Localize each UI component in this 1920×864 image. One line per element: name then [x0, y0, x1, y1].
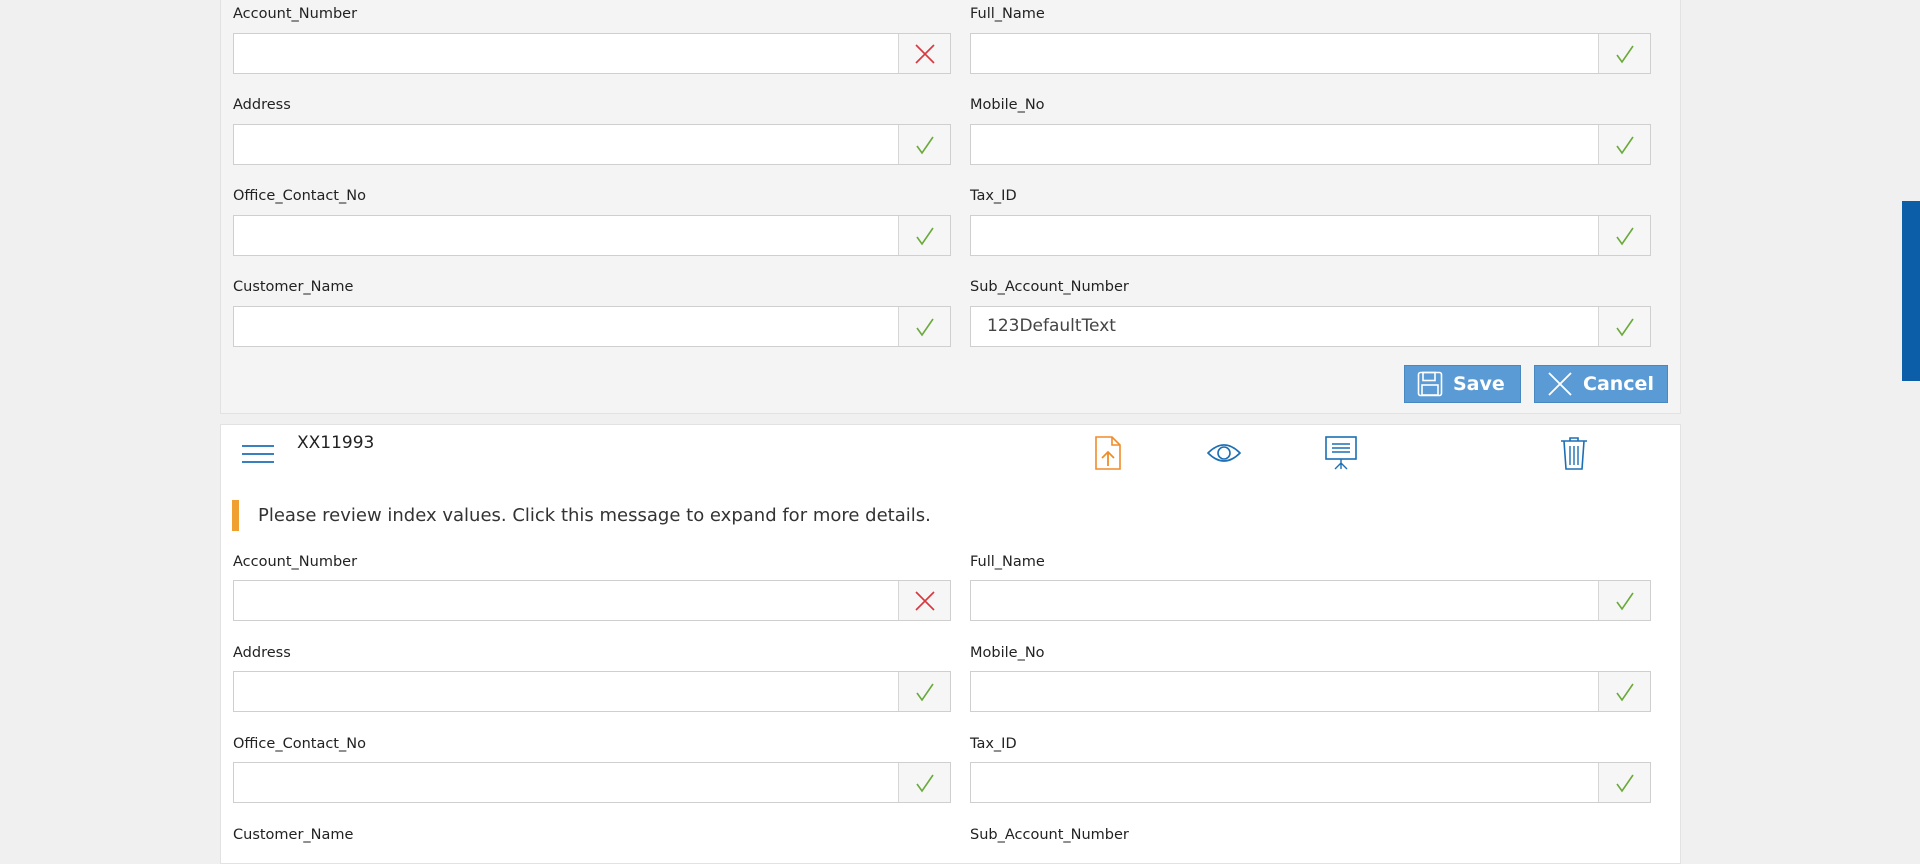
- sub-account-number-field[interactable]: 123DefaultText: [970, 306, 1651, 347]
- invalid-x-icon: [898, 581, 950, 620]
- valid-check-icon: [1598, 581, 1650, 620]
- valid-check-icon: [1598, 307, 1650, 346]
- account-number-value[interactable]: [234, 34, 898, 73]
- valid-check-icon: [898, 216, 950, 255]
- mobile-no-label: Mobile_No: [970, 645, 1045, 661]
- valid-check-icon: [898, 125, 950, 164]
- address-field[interactable]: [233, 124, 951, 165]
- presentation-icon[interactable]: [1325, 436, 1357, 470]
- invalid-x-icon: [898, 34, 950, 73]
- account-number-field[interactable]: [233, 33, 951, 74]
- account-number-value[interactable]: [234, 581, 898, 620]
- trash-icon[interactable]: [1560, 436, 1588, 470]
- sub-account-number-label: Sub_Account_Number: [970, 279, 1129, 295]
- address-field[interactable]: [233, 671, 951, 712]
- review-message[interactable]: Please review index values. Click this m…: [258, 505, 931, 526]
- account-number-label: Account_Number: [233, 6, 358, 22]
- customer-name-label: Customer_Name: [233, 827, 354, 843]
- address-label: Address: [233, 645, 291, 661]
- address-label: Address: [233, 97, 291, 113]
- office-contact-no-field[interactable]: [233, 762, 951, 803]
- address-value[interactable]: [234, 125, 898, 164]
- close-icon: [1548, 372, 1572, 396]
- tax-id-label: Tax_ID: [970, 736, 1017, 752]
- tax-id-label: Tax_ID: [970, 188, 1017, 204]
- sub-account-number-value[interactable]: 123DefaultText: [971, 307, 1598, 346]
- full-name-label: Full_Name: [970, 554, 1045, 570]
- full-name-value[interactable]: [971, 581, 1598, 620]
- mobile-no-label: Mobile_No: [970, 97, 1045, 113]
- save-icon: [1417, 371, 1443, 397]
- tax-id-field[interactable]: [970, 762, 1651, 803]
- office-contact-no-value[interactable]: [234, 216, 898, 255]
- save-label: Save: [1453, 373, 1505, 395]
- scroll-indicator[interactable]: [1902, 201, 1920, 381]
- full-name-label: Full_Name: [970, 6, 1045, 22]
- save-button[interactable]: Save: [1404, 365, 1521, 403]
- tax-id-field[interactable]: [970, 215, 1651, 256]
- account-number-field[interactable]: [233, 580, 951, 621]
- document-title: XX11993: [297, 433, 375, 453]
- full-name-value[interactable]: [971, 34, 1598, 73]
- cancel-button[interactable]: Cancel: [1534, 365, 1668, 403]
- office-contact-no-label: Office_Contact_No: [233, 188, 366, 204]
- tax-id-value[interactable]: [971, 763, 1598, 802]
- office-contact-no-field[interactable]: [233, 215, 951, 256]
- valid-check-icon: [1598, 125, 1650, 164]
- valid-check-icon: [1598, 763, 1650, 802]
- mobile-no-value[interactable]: [971, 125, 1598, 164]
- full-name-field[interactable]: [970, 580, 1651, 621]
- sub-account-number-label: Sub_Account_Number: [970, 827, 1129, 843]
- valid-check-icon: [1598, 34, 1650, 73]
- mobile-no-field[interactable]: [970, 671, 1651, 712]
- warning-indicator: [232, 500, 239, 531]
- valid-check-icon: [898, 672, 950, 711]
- office-contact-no-label: Office_Contact_No: [233, 736, 366, 752]
- office-contact-no-value[interactable]: [234, 763, 898, 802]
- tax-id-value[interactable]: [971, 216, 1598, 255]
- valid-check-icon: [898, 763, 950, 802]
- customer-name-field[interactable]: [233, 306, 951, 347]
- full-name-field[interactable]: [970, 33, 1651, 74]
- address-value[interactable]: [234, 672, 898, 711]
- valid-check-icon: [898, 307, 950, 346]
- mobile-no-field[interactable]: [970, 124, 1651, 165]
- valid-check-icon: [1598, 216, 1650, 255]
- account-number-label: Account_Number: [233, 554, 358, 570]
- eye-icon[interactable]: [1207, 441, 1241, 465]
- cancel-label: Cancel: [1583, 373, 1654, 395]
- upload-document-icon[interactable]: [1094, 436, 1122, 470]
- valid-check-icon: [1598, 672, 1650, 711]
- mobile-no-value[interactable]: [971, 672, 1598, 711]
- customer-name-value[interactable]: [234, 307, 898, 346]
- menu-icon[interactable]: [241, 441, 275, 467]
- customer-name-label: Customer_Name: [233, 279, 354, 295]
